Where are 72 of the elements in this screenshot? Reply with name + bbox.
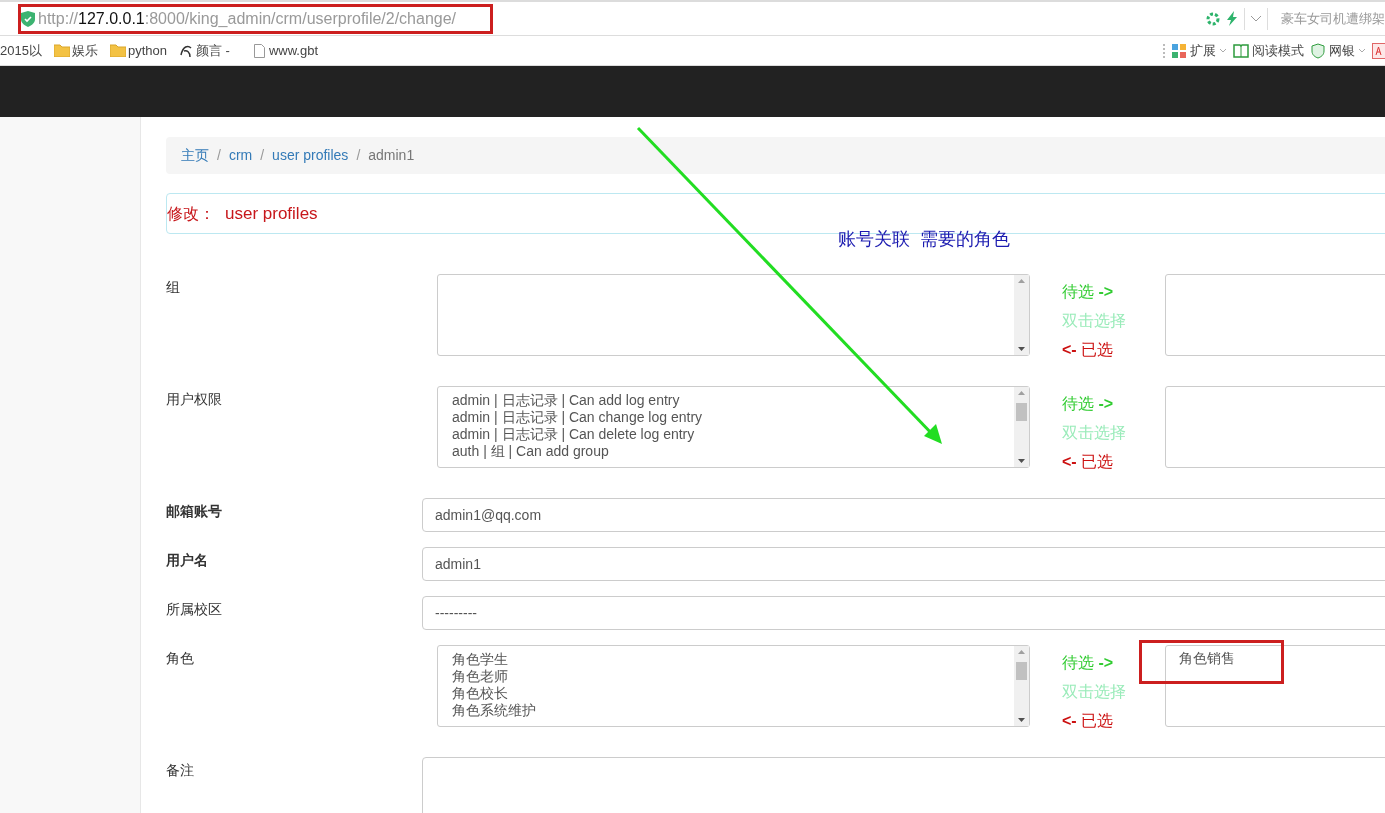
breadcrumb-separator: / — [355, 146, 362, 165]
list-option[interactable]: admin | 日志记录 | Can delete log entry — [452, 426, 695, 443]
folder-icon — [53, 44, 70, 57]
toolbar-item[interactable]: 网银 — [1329, 40, 1355, 61]
select-field[interactable]: --------- — [422, 596, 1385, 630]
breadcrumb-separator: / — [216, 146, 222, 165]
field-label: 组 — [166, 279, 180, 295]
grid-icon — [1171, 42, 1187, 59]
chosen-list[interactable]: 角色销售 — [1165, 645, 1385, 727]
lightning-icon[interactable] — [1226, 11, 1238, 26]
caret-up-icon[interactable] — [1018, 391, 1025, 395]
move-hint[interactable]: <- 已选 — [1062, 338, 1165, 361]
scrollbar-thumb[interactable] — [1016, 403, 1027, 421]
toolbar-item[interactable]: 阅读模式 — [1252, 40, 1304, 61]
chevron-down-icon[interactable] — [1250, 14, 1262, 23]
bookmark[interactable]: 2015以 — [0, 40, 42, 61]
bookmark[interactable]: python — [127, 40, 167, 61]
list-option[interactable]: 角色老师 — [452, 668, 508, 685]
available-list[interactable]: 角色学生 角色老师 角色校长 角色系统维护 — [437, 645, 1030, 727]
page-icon — [253, 43, 265, 58]
list-option[interactable]: 角色销售 — [1179, 650, 1385, 667]
list-option[interactable]: 角色系统维护 — [452, 702, 536, 719]
caret-down-icon[interactable] — [1018, 459, 1025, 463]
loading-icon[interactable] — [1206, 11, 1220, 26]
breadcrumb-current: admin1 — [368, 146, 415, 165]
field-label: 邮箱账号 — [166, 503, 222, 519]
heading-title: user profiles — [225, 202, 318, 225]
field-label: 用户名 — [166, 552, 208, 568]
folder-icon — [109, 44, 126, 57]
bookmark[interactable]: www.gbt — [268, 40, 319, 61]
scrollbar[interactable] — [1014, 275, 1029, 355]
toolbar-item[interactable]: 扩展 — [1190, 40, 1216, 61]
move-hint: 双击选择 — [1062, 682, 1127, 702]
shield-icon — [1310, 42, 1326, 59]
scrollbar[interactable] — [1014, 387, 1029, 467]
caret-up-icon[interactable] — [1018, 650, 1025, 654]
chevron-down-icon[interactable] — [1219, 48, 1227, 53]
url-text[interactable]: http://127.0.0.1:8000/king_admin/crm/userprofile/2/change/ — [38, 6, 457, 31]
list-option[interactable]: admin | 日志记录 | Can add log entry — [452, 392, 680, 409]
scrollbar-thumb[interactable] — [1016, 662, 1027, 680]
move-hint[interactable]: <- 已选 — [1062, 709, 1165, 732]
available-list[interactable]: admin | 日志记录 | Can add log entry admin | 日志记录 | Can change log entry admin | 日志记录 | Can delete log entry auth | 组 | Can add group — [437, 386, 1030, 468]
move-hint: 双击选择 — [1062, 423, 1127, 443]
list-option[interactable]: 角色校长 — [452, 685, 508, 702]
list-option[interactable]: auth | 组 | Can add group — [452, 443, 609, 460]
move-hint[interactable]: <- 已选 — [1062, 450, 1165, 473]
field-label: 用户权限 — [166, 391, 222, 407]
field-label: 备注 — [166, 762, 194, 778]
heading-label: 修改： — [167, 203, 215, 224]
breadcrumb-link[interactable]: user profiles — [272, 145, 349, 166]
caret-down-icon[interactable] — [1018, 347, 1025, 351]
bookmark[interactable]: 颜言 - — [195, 40, 230, 61]
field-label: 所属校区 — [166, 601, 222, 617]
input-field[interactable]: admin1@qq.com — [422, 498, 1385, 532]
list-option[interactable]: admin | 日志记录 | Can change log entry — [452, 409, 703, 426]
caret-down-icon[interactable] — [1018, 718, 1025, 722]
annotation-text: 账号关联 需要的角色 — [838, 228, 1010, 251]
swirl-icon — [178, 44, 193, 57]
field-label: 角色 — [166, 650, 194, 666]
breadcrumb-separator: / — [259, 146, 266, 165]
book-icon — [1233, 43, 1249, 58]
move-hint: 双击选择 — [1062, 311, 1127, 331]
breadcrumb-link[interactable]: crm — [228, 145, 253, 166]
shield-icon — [21, 10, 35, 27]
scrollbar[interactable] — [1014, 646, 1029, 726]
input-field[interactable]: admin1 — [422, 547, 1385, 581]
list-option[interactable]: 角色学生 — [452, 651, 508, 668]
caret-up-icon[interactable] — [1018, 279, 1025, 283]
chevron-down-icon[interactable] — [1358, 48, 1366, 53]
breadcrumb-link[interactable]: 主页 — [181, 145, 209, 166]
bookmark[interactable]: 娱乐 — [71, 40, 98, 61]
translate-icon — [1372, 42, 1385, 59]
